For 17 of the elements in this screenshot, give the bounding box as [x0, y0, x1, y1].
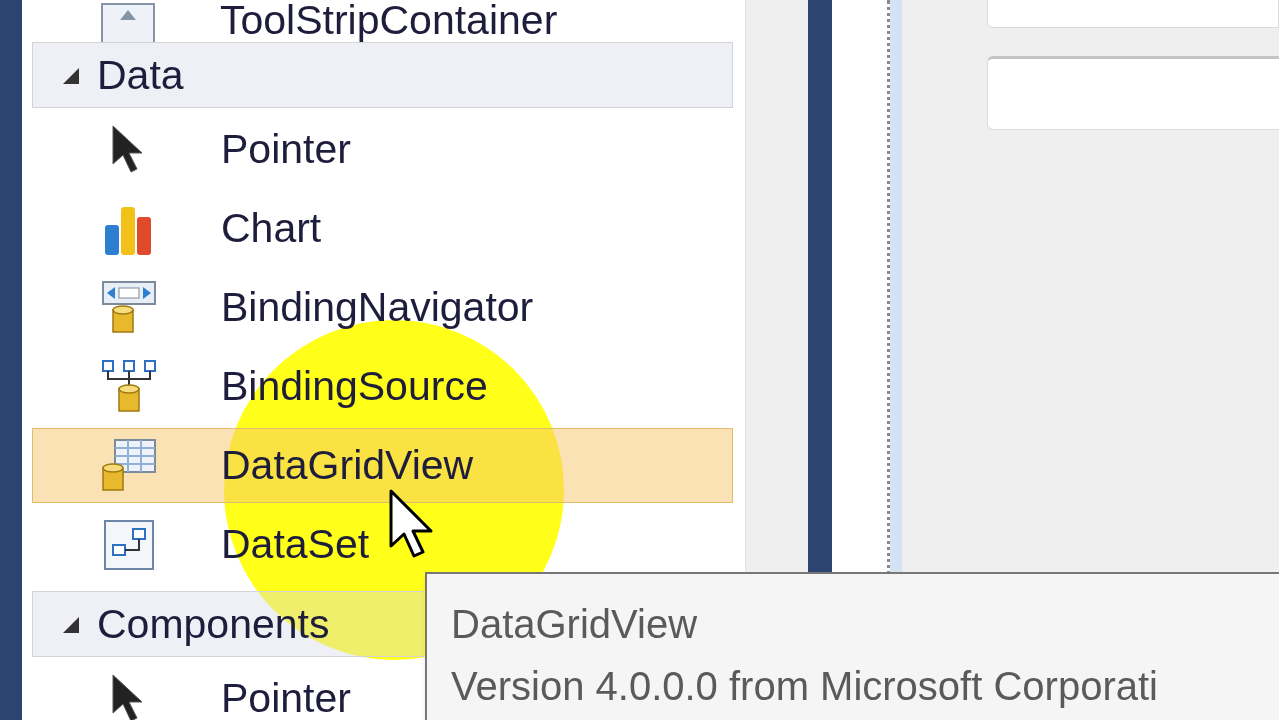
toolbox-item[interactable]: Pointer	[32, 112, 733, 187]
category-header[interactable]: Data	[32, 42, 733, 108]
item-label: BindingNavigator	[221, 287, 534, 328]
item-label: Chart	[221, 208, 322, 249]
toolbox-item[interactable]: BindingNavigator	[32, 270, 733, 345]
item-label: Pointer	[221, 129, 351, 170]
toolbox-item[interactable]: DataGridView	[32, 428, 733, 503]
item-label: ToolStripContainer	[220, 0, 558, 41]
text-field[interactable]	[987, 0, 1279, 28]
item-label: DataGridView	[221, 445, 474, 486]
toolbox-item[interactable]: Chart	[32, 191, 733, 266]
item-label: Pointer	[221, 678, 351, 719]
tooltip-description: Version 4.0.0.0 from Microsoft Corporati	[451, 666, 1159, 706]
tooltip-title: DataGridView	[451, 604, 699, 644]
category-label: Data	[97, 54, 184, 96]
text-field[interactable]	[987, 56, 1279, 130]
container-icon	[98, 0, 158, 42]
